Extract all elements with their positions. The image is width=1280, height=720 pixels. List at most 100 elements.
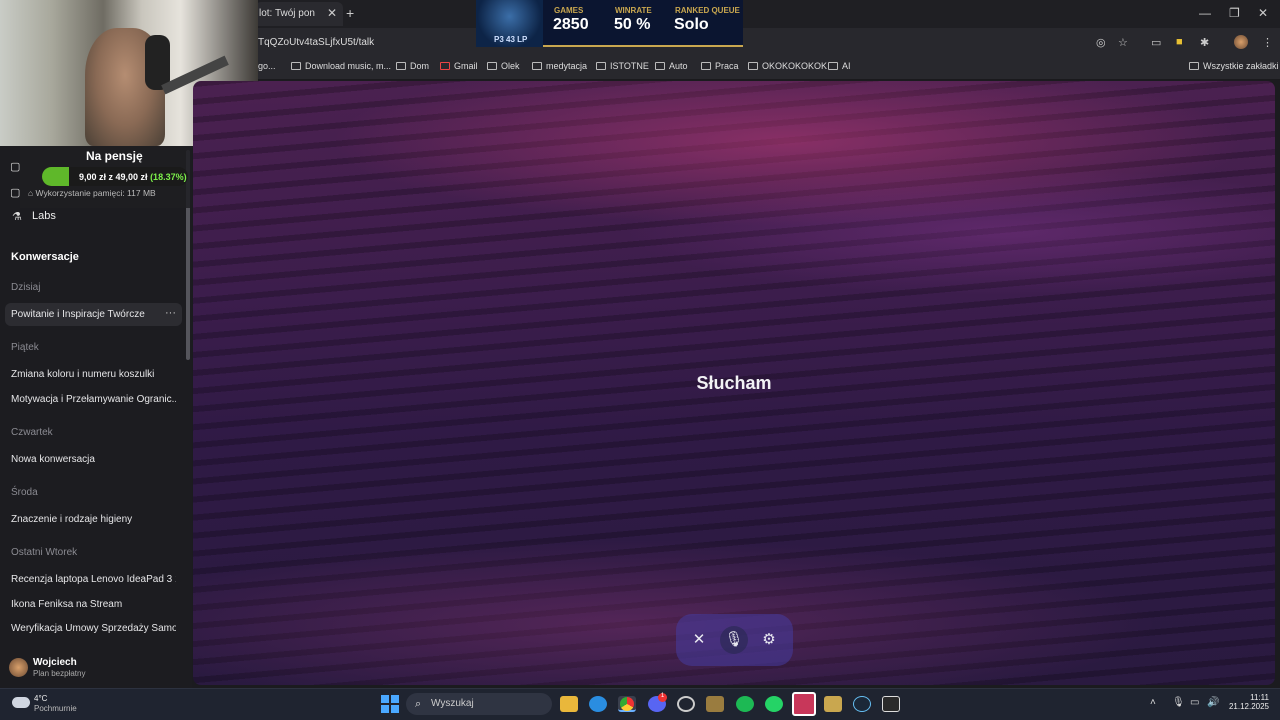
search-icon: ⌕ xyxy=(415,698,422,710)
folder-icon xyxy=(748,62,758,70)
conversation-item[interactable]: Weryfikacja Umowy Sprzedaży Samo... xyxy=(11,623,176,634)
donation-progress-fill xyxy=(42,167,69,186)
minimize-icon[interactable]: — xyxy=(1199,6,1211,20)
memory-usage: ⌂ Wykorzystanie pamięci: 117 MB xyxy=(28,188,156,198)
folder-icon xyxy=(596,62,606,70)
volume-icon[interactable]: 🔊 xyxy=(1207,697,1219,708)
cloud-icon[interactable] xyxy=(12,697,30,708)
whatsapp-icon[interactable] xyxy=(765,696,783,712)
extension-badge-icon[interactable]: ■ xyxy=(1176,36,1183,48)
close-icon[interactable]: ✕ xyxy=(685,626,713,654)
rank-lp: P3 43 LP xyxy=(494,35,528,44)
all-bookmarks[interactable]: Wszystkie zakładki xyxy=(1189,61,1279,71)
url-field[interactable]: TqQZoUtv4taSLjfxU5t/talk xyxy=(258,37,374,48)
weather-desc[interactable]: Pochmurnie xyxy=(34,704,77,713)
weather-temp[interactable]: 4°C xyxy=(34,694,47,703)
conversation-item[interactable]: Ikona Feniksa na Stream xyxy=(11,599,176,610)
spotify-icon[interactable] xyxy=(736,696,754,712)
winrate-label: WINRATE xyxy=(615,6,652,15)
file-explorer-icon[interactable] xyxy=(560,696,578,712)
listening-status: Słucham xyxy=(696,373,772,393)
active-app-icon[interactable] xyxy=(792,692,816,716)
cast-icon[interactable]: ▭ xyxy=(1151,36,1161,49)
folder-icon xyxy=(396,62,406,70)
mic-tray-icon[interactable]: 🎙 xyxy=(1172,697,1185,708)
bookmark-folder[interactable]: OKOKOKOKOK xyxy=(748,61,827,71)
group-heading: Piątek xyxy=(11,342,39,353)
taskbar xyxy=(0,688,1280,720)
bookmark-item[interactable]: Gmail xyxy=(440,61,478,71)
settings-gear-icon[interactable]: ⚙ xyxy=(755,626,783,654)
folder-icon xyxy=(701,62,711,70)
conversation-item[interactable]: Powitanie i Inspiracje Twórcze xyxy=(11,309,176,320)
group-heading: Środa xyxy=(11,487,38,498)
network-icon[interactable]: ▭ xyxy=(1190,697,1199,708)
clock[interactable]: 11:11 21.12.2025 xyxy=(1225,693,1269,711)
donation-title: Na pensję xyxy=(86,149,143,163)
group-heading: Ostatni Wtorek xyxy=(11,547,78,558)
conversations-heading: Konwersacje xyxy=(11,251,79,263)
close-tab-icon[interactable]: ✕ xyxy=(327,6,337,20)
sidebar-icon[interactable]: ▢ xyxy=(10,186,20,199)
games-value: 2850 xyxy=(553,16,589,33)
folder-icon xyxy=(1189,62,1199,70)
gmail-icon xyxy=(440,62,450,70)
edge-icon[interactable] xyxy=(589,696,607,712)
winrate-value: 50 % xyxy=(614,16,651,33)
windows-start-icon[interactable] xyxy=(381,695,399,713)
folder-icon xyxy=(532,62,542,70)
microphone-icon[interactable]: 🎙 xyxy=(720,626,748,654)
user-avatar[interactable] xyxy=(9,658,28,677)
group-heading: Dzisiaj xyxy=(11,282,41,293)
app-icon[interactable] xyxy=(677,696,695,712)
bookmark-folder[interactable]: AI xyxy=(828,61,851,71)
bookmark-folder[interactable]: ISTOTNE xyxy=(596,61,649,71)
bookmark-folder[interactable]: Olek xyxy=(487,61,520,71)
queue-label: RANKED QUEUE xyxy=(675,6,740,15)
profile-avatar[interactable] xyxy=(1234,35,1248,49)
flask-icon: ⚗ xyxy=(12,211,22,223)
user-name[interactable]: Wojciech xyxy=(33,657,77,668)
league-icon[interactable] xyxy=(824,696,842,712)
bookmark-folder[interactable]: medytacja xyxy=(532,61,587,71)
bookmark-folder[interactable]: Dom xyxy=(396,61,429,71)
bookmark-folder[interactable]: Praca xyxy=(701,61,739,71)
page-icon xyxy=(291,62,301,70)
more-options-icon[interactable]: ··· xyxy=(165,307,176,319)
conversation-item[interactable]: Motywacja i Przełamywanie Ogranic... xyxy=(11,394,176,405)
app-icon[interactable] xyxy=(706,696,724,712)
close-window-icon[interactable]: ✕ xyxy=(1258,6,1268,20)
menu-icon[interactable]: ⋮ xyxy=(1262,36,1273,49)
voice-controls: ✕ 🎙 ⚙ xyxy=(676,614,793,666)
discord-badge: 1 xyxy=(658,693,667,702)
extensions-icon[interactable]: ✱ xyxy=(1200,36,1209,49)
steam-icon[interactable] xyxy=(853,696,871,712)
folder-icon xyxy=(487,62,497,70)
conversation-item[interactable]: Zmiana koloru i numeru koszulki xyxy=(11,369,176,380)
folder-icon xyxy=(655,62,665,70)
bookmark-item[interactable]: go... xyxy=(258,61,276,71)
donation-amount: 9,00 zł z 49,00 zł (18.37%) xyxy=(79,172,187,182)
conversation-item[interactable]: Nowa konwersacja xyxy=(11,454,176,465)
bookmark-item[interactable]: Download music, m... xyxy=(291,61,391,71)
conversation-item[interactable]: Znaczenie i rodzaje higieny xyxy=(11,514,176,525)
new-tab-button[interactable]: + xyxy=(346,5,354,21)
taskbar-search[interactable]: ⌕ Wyszukaj xyxy=(406,693,552,715)
sidebar-icon[interactable]: ▢ xyxy=(10,160,20,173)
folder-icon xyxy=(828,62,838,70)
eye-off-icon[interactable]: ◎ xyxy=(1096,36,1106,49)
tab-title: lot: Twój pon xyxy=(259,8,315,19)
chevron-up-icon[interactable]: ˄ xyxy=(1150,697,1156,708)
group-heading: Czwartek xyxy=(11,427,53,438)
sidebar-item-labs[interactable]: Labs xyxy=(32,210,56,222)
chrome-icon[interactable] xyxy=(618,696,636,712)
browser-tab[interactable]: lot: Twój pon ✕ xyxy=(255,2,343,26)
bookmark-star-icon[interactable]: ☆ xyxy=(1118,36,1128,49)
epic-games-icon[interactable] xyxy=(882,696,900,712)
lol-stats-overlay: P3 43 LP GAMES 2850 WINRATE 50 % RANKED … xyxy=(476,0,743,47)
maximize-icon[interactable]: ❐ xyxy=(1229,6,1240,20)
games-label: GAMES xyxy=(554,6,584,15)
bookmark-folder[interactable]: Auto xyxy=(655,61,688,71)
memory-icon: ⌂ xyxy=(28,188,36,198)
conversation-item[interactable]: Recenzja laptopa Lenovo IdeaPad 3 1... xyxy=(11,574,176,585)
